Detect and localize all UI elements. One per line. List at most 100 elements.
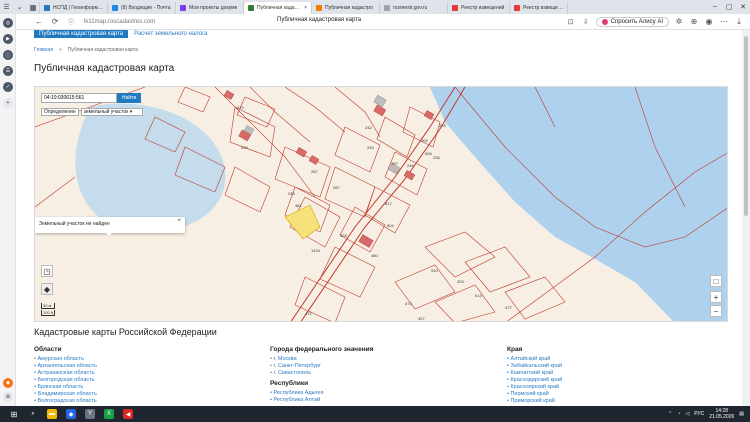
zoom-out-button[interactable]: − [710,305,722,317]
language-indicator[interactable]: РУС [694,411,704,417]
app-icon[interactable]: ◆ [66,409,76,419]
locate-icon[interactable]: □ [710,275,722,287]
region-link[interactable]: Амурская область [34,356,97,363]
browser-tab[interactable]: rosreestr.gov.ru [380,1,448,14]
parcel-number-label: 328 [340,233,347,238]
region-link[interactable]: Алтайский край [507,356,562,363]
parcel-number-label: 202 [421,138,428,143]
cadastral-map[interactable]: 223 270 242 202 243 236 297 234 267 287 245 481 617 1… [34,86,728,322]
browser-tab[interactable]: Мои проекты докуме [176,1,244,14]
zoom-in-button[interactable]: + [710,291,722,303]
region-link[interactable]: г. Москва [270,356,373,363]
browser-tab[interactable]: Реестр извещений [448,1,510,14]
definition-label: Определение [41,108,79,116]
parcel-number-label: 242 [365,125,372,130]
tab-search-icon[interactable]: ⌄ [13,1,26,14]
add-icon[interactable]: + [3,98,13,108]
app-icon[interactable]: ◀ [123,409,133,419]
bookmark-icon[interactable]: ⊡ [566,17,576,27]
region-link[interactable]: Волгоградская область [34,398,97,405]
tab-favicon-icon [452,4,458,11]
region-link[interactable]: Забайкальский край [507,363,562,370]
region-link[interactable]: Астраханская область [34,370,97,377]
network-icon[interactable]: ◔ [677,411,680,417]
close-tab-icon[interactable]: × [304,5,307,11]
region-link[interactable]: Республика Адыгея [270,390,373,397]
region-link[interactable]: Краснодарский край [507,377,562,384]
taskbar: ⊞ ⌕ ▬ ◆ Y X ◀ ⌃ ◔ ◁ РУС 14:28 21.05.2026… [0,406,750,422]
tab-favicon-icon [514,4,520,11]
clock[interactable]: 14:28 21.05.2026 [709,408,734,420]
ask-alice-button[interactable]: Спросить Алису AI [595,16,669,27]
region-link[interactable]: Республика Алтай [270,397,373,404]
find-button[interactable]: Найти [117,93,141,103]
browser-tab[interactable]: Публичная кадастр × [244,1,312,14]
map-canvas[interactable]: 223 270 242 202 243 236 297 234 267 287 245 481 617 1… [35,87,728,322]
tab-land-tax[interactable]: Расчет земельного налога [134,31,207,37]
definition-select[interactable]: земельный участок ▾ [80,108,143,116]
page-scrollbar[interactable] [742,30,750,406]
browser-tab[interactable]: Реестр извещений [510,1,568,14]
browser-tab[interactable]: (8) Входящие - Почта [108,1,176,14]
region-link[interactable]: Владимирская область [34,391,97,398]
browser-more-icon[interactable]: ⋯ [719,17,729,27]
region-link[interactable]: Камчатский край [507,370,562,377]
site-info-icon[interactable]: ⓘ [66,17,76,27]
browser-tab[interactable]: Публичная кадастро [312,1,380,14]
back-icon[interactable]: ← [34,17,44,27]
browser-tab[interactable]: НСПД | Геоинформац [40,1,108,14]
region-link[interactable]: Брянская область [34,384,97,391]
tab-title: Реестр извещений [523,4,563,11]
scrollbar-thumb[interactable] [744,36,748,216]
parcel-number-label: 1424 [311,248,321,253]
reload-icon[interactable]: ⟳ [50,17,60,27]
sidebar-app-icon[interactable]: ☰ [3,66,13,76]
region-link[interactable]: Пермский край [507,391,562,398]
tray-arrow-icon[interactable]: ⌃ [668,411,672,417]
parcel-number-label: 246 [407,163,414,168]
region-link[interactable]: Белгородская область [34,377,97,384]
regions-heading: Кадастровые карты Российской Федерации [34,327,217,337]
search-icon[interactable]: ⌕ [28,409,38,419]
url-field[interactable]: lk11map.roscadastres.com [84,19,155,25]
sidebar-app-icon[interactable]: ◎ [3,18,13,28]
selected-parcel [284,204,321,240]
close-popup-icon[interactable]: × [177,218,181,224]
breadcrumb-separator: » [59,47,62,53]
download-icon[interactable]: ⇩ [581,17,591,27]
fullscreen-icon[interactable]: ◳ [41,265,53,277]
tab-public-map[interactable]: Публичная кадастровая карта [34,30,129,38]
sidebar-app-icon[interactable]: ◆ [3,378,13,388]
sidebar-settings-icon[interactable]: ⚙ [3,392,13,402]
volume-icon[interactable]: ◁ [685,411,689,417]
extension-icon[interactable]: ✲ [674,17,684,27]
region-link[interactable]: г. Севастополь [270,370,373,377]
profile-icon[interactable]: ◉ [704,17,714,27]
excel-icon[interactable]: X [104,409,114,419]
sidebar-app-icon[interactable]: ⓘ [3,50,13,60]
maximize-icon[interactable]: ▢ [722,3,736,11]
cadastral-number-input[interactable] [41,93,117,103]
extension-icon[interactable]: ⊕ [689,17,699,27]
parcel-number-label: 473 [405,301,412,306]
file-explorer-icon[interactable]: ▬ [47,409,57,419]
parcel-number-label: 481 [295,203,302,208]
breadcrumb-home[interactable]: Главная [34,47,53,53]
browser-tab[interactable] [26,1,40,14]
layers-icon[interactable]: ◆ [41,283,53,295]
minimize-icon[interactable]: – [708,3,722,11]
popup-pointer [105,232,113,236]
start-icon[interactable]: ⊞ [9,409,19,419]
browser-menu-icon[interactable]: ☰ [0,1,13,14]
sidebar-app-icon[interactable]: ✓ [3,82,13,92]
region-link[interactable]: Красноярский край [507,384,562,391]
notifications-icon[interactable]: ▤ [739,411,744,417]
close-window-icon[interactable]: ✕ [736,3,750,11]
region-link[interactable]: Архангельская область [34,363,97,370]
region-link[interactable]: Приморский край [507,398,562,405]
parcel-number-label: 223 [439,123,446,128]
download-icon[interactable]: ⤓ [734,17,744,27]
sidebar-app-icon[interactable]: ▶ [3,34,13,44]
yandex-browser-icon[interactable]: Y [85,409,95,419]
region-link[interactable]: г. Санкт-Петербург [270,363,373,370]
